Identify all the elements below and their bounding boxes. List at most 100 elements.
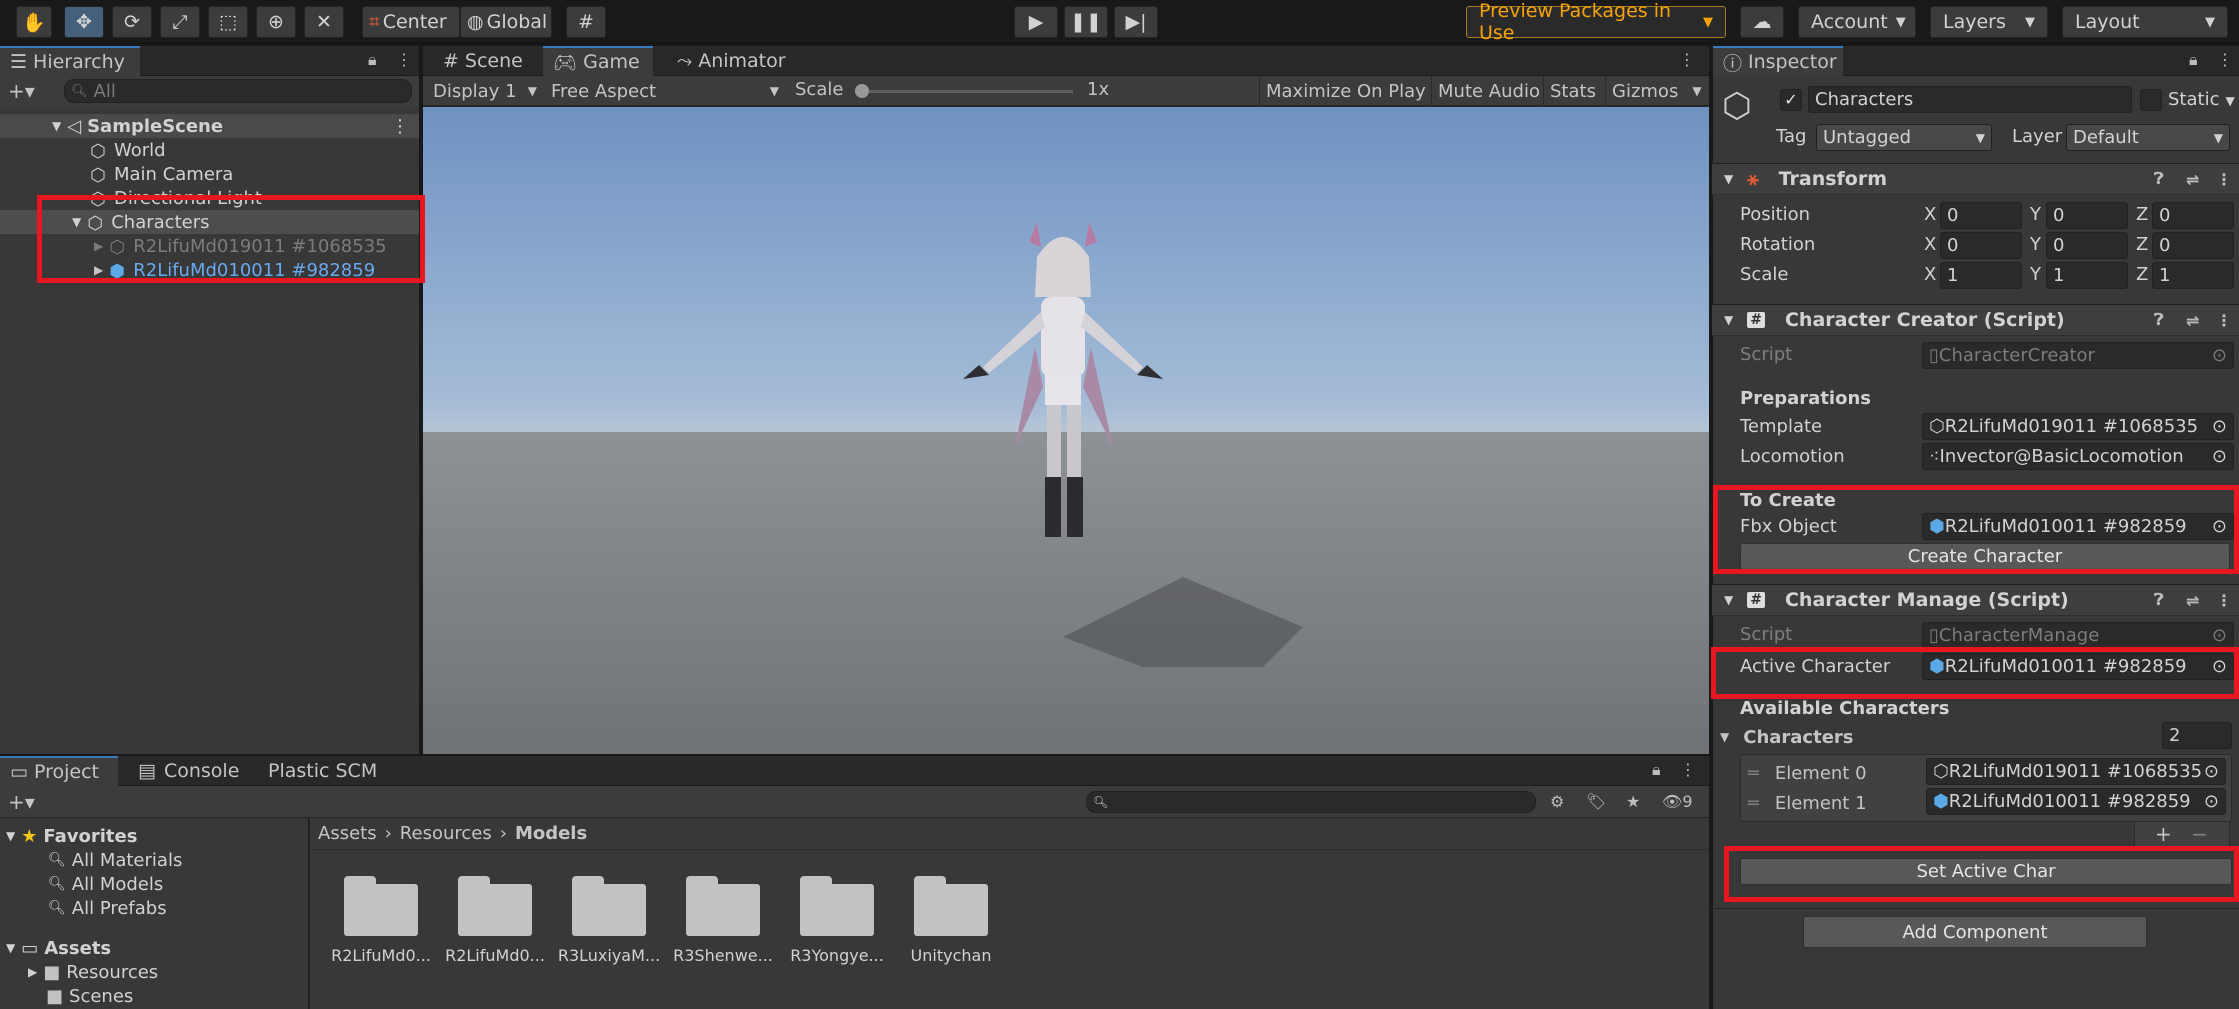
more-icon[interactable]: ⋮ — [2216, 311, 2232, 330]
drag-handle-icon[interactable]: ═ — [1748, 793, 1759, 814]
list-item[interactable]: ═ Element 0 — [1748, 760, 1867, 786]
scale-slider-thumb[interactable] — [855, 84, 869, 98]
folder-icon[interactable] — [344, 876, 418, 936]
add-icon[interactable]: +▾ — [8, 790, 35, 814]
static-dropdown[interactable]: Static ▼ — [2168, 89, 2235, 110]
tab-inspector[interactable]: ⓘ Inspector — [1713, 46, 1843, 76]
active-checkbox[interactable]: ✓ — [1780, 89, 1802, 111]
scale-x-field[interactable]: 1 — [1940, 262, 2022, 289]
characters-list-foldout[interactable]: ▼ Characters — [1720, 724, 1854, 750]
tree-folder-resources[interactable]: ▶ ■ Resources — [0, 960, 158, 984]
rect-tool-button[interactable]: ⬚ — [208, 6, 248, 38]
folder-icon[interactable] — [686, 876, 760, 936]
maximize-on-play-toggle[interactable]: Maximize On Play — [1259, 76, 1432, 106]
object-picker-icon[interactable]: ⊙ — [2204, 761, 2219, 782]
template-field[interactable]: ⬡R2LifuMd019011 #1068535 ⊙ — [1922, 413, 2234, 440]
move-tool-button[interactable]: ✥ — [64, 6, 104, 38]
play-button[interactable]: ▶ — [1014, 6, 1058, 38]
filter-type-icon[interactable]: ⚙ — [1550, 792, 1564, 811]
rotate-tool-button[interactable]: ⟳ — [112, 6, 152, 38]
label-icon[interactable]: 🏷︎ — [1586, 792, 1606, 811]
preset-icon[interactable]: ⇌ — [2186, 170, 2199, 189]
preview-packages-dropdown[interactable]: Preview Packages in Use ▼ — [1466, 0, 1726, 44]
object-picker-icon[interactable]: ⊙ — [2212, 416, 2227, 437]
help-icon[interactable]: ❓︎ — [2154, 590, 2164, 610]
add-element-icon[interactable]: + — [2155, 822, 2172, 846]
lock-icon[interactable]: 🔒︎ — [2189, 50, 2198, 70]
step-button[interactable]: ▶| — [1114, 6, 1158, 38]
drag-handle-icon[interactable]: ═ — [1748, 763, 1759, 784]
active-character-field[interactable]: ⬢R2LifuMd010011 #982859 ⊙ — [1922, 653, 2234, 680]
folder-icon[interactable] — [800, 876, 874, 936]
characters-count-field[interactable]: 2 — [2162, 722, 2232, 749]
object-picker-icon[interactable]: ⊙ — [2212, 516, 2227, 537]
account-dropdown[interactable]: Account ▼ — [1798, 6, 1916, 38]
lock-icon[interactable]: 🔒︎ — [1652, 760, 1661, 780]
object-picker-icon[interactable]: ⊙ — [2204, 791, 2219, 812]
more-icon[interactable]: ⋮ — [1679, 50, 1695, 69]
hidden-eye-icon[interactable]: 👁︎9 — [1662, 792, 1693, 811]
display-dropdown[interactable]: Display 1 ▼ — [429, 78, 541, 104]
folder-icon[interactable] — [572, 876, 646, 936]
breadcrumb-assets[interactable]: Assets — [318, 823, 377, 844]
element-1-field[interactable]: ⬢R2LifuMd010011 #982859 ⊙ — [1926, 788, 2226, 815]
character-creator-header[interactable]: ▼ # Character Creator (Script) ❓︎ ⇌ ⋮ — [1712, 304, 2239, 336]
favorites-header[interactable]: ▼ ★ Favorites — [0, 824, 137, 848]
help-icon[interactable]: ❓︎ — [2154, 169, 2164, 189]
rotation-z-field[interactable]: 0 — [2152, 232, 2234, 259]
scale-slider-track[interactable] — [855, 90, 1073, 93]
rotation-y-field[interactable]: 0 — [2046, 232, 2128, 259]
scale-z-field[interactable]: 1 — [2152, 262, 2234, 289]
help-icon[interactable]: ❓︎ — [2154, 310, 2164, 330]
object-picker-icon[interactable]: ⊙ — [2212, 446, 2227, 467]
add-component-button[interactable]: Add Component — [1803, 916, 2147, 948]
tree-folder-scenes[interactable]: ■ Scenes — [0, 984, 133, 1008]
custom-tool-button[interactable]: ✕ — [304, 6, 344, 38]
star-icon[interactable]: ★ — [1626, 792, 1640, 811]
folder-icon[interactable] — [914, 876, 988, 936]
character-manage-header[interactable]: ▼ # Character Manage (Script) ❓︎ ⇌ ⋮ — [1712, 584, 2239, 616]
tag-dropdown[interactable]: Untagged ▼ — [1816, 124, 1992, 151]
pause-button[interactable]: ❚❚ — [1064, 6, 1108, 38]
tab-console[interactable]: ▤ Console — [128, 756, 249, 786]
more-icon[interactable]: ⋮ — [1680, 760, 1696, 779]
favorite-all-prefabs[interactable]: 🔍︎ All Prefabs — [0, 896, 167, 920]
grid-snap-button[interactable]: # — [566, 6, 606, 38]
static-checkbox[interactable] — [2140, 89, 2162, 111]
cloud-button[interactable]: ☁ — [1740, 6, 1784, 38]
create-character-button[interactable]: Create Character — [1740, 543, 2230, 570]
stats-toggle[interactable]: Stats — [1543, 76, 1602, 106]
more-icon[interactable]: ⋮ — [2217, 50, 2233, 69]
breadcrumb-models[interactable]: Models — [515, 823, 587, 844]
tab-plastic-scm[interactable]: Plastic SCM — [258, 756, 387, 786]
scale-tool-button[interactable]: ⤢ — [160, 6, 200, 38]
mute-audio-toggle[interactable]: Mute Audio — [1431, 76, 1546, 106]
element-0-field[interactable]: ⬡R2LifuMd019011 #1068535 ⊙ — [1926, 758, 2226, 785]
locomotion-field[interactable]: ⁖Invector@BasicLocomotion ⊙ — [1922, 443, 2234, 470]
breadcrumb-resources[interactable]: Resources — [400, 823, 492, 844]
remove-element-icon[interactable]: − — [2191, 822, 2208, 846]
favorite-all-materials[interactable]: 🔍︎ All Materials — [0, 848, 182, 872]
position-y-field[interactable]: 0 — [2046, 202, 2128, 229]
tab-scene[interactable]: # Scene — [433, 46, 533, 76]
assets-header[interactable]: ▼ ▭ Assets — [0, 936, 111, 960]
project-search-input[interactable]: 🔍︎ — [1086, 791, 1536, 813]
folder-icon[interactable] — [458, 876, 532, 936]
set-active-char-button[interactable]: Set Active Char — [1740, 858, 2232, 885]
transform-header[interactable]: ▼ ⚹ Transform ❓︎ ⇌ ⋮ — [1712, 163, 2239, 195]
preset-icon[interactable]: ⇌ — [2186, 311, 2199, 330]
object-name-field[interactable]: Characters — [1808, 86, 2132, 113]
hand-tool-button[interactable]: ✋ — [16, 6, 52, 38]
list-item[interactable]: ═ Element 1 — [1748, 790, 1867, 816]
layers-dropdown[interactable]: Layers ▼ — [1930, 6, 2048, 38]
fbx-object-field[interactable]: ⬢R2LifuMd010011 #982859 ⊙ — [1922, 513, 2234, 540]
gizmos-toggle[interactable]: Gizmos ▼ — [1605, 76, 1708, 106]
layout-dropdown[interactable]: Layout ▼ — [2062, 6, 2228, 38]
rotation-x-field[interactable]: 0 — [1940, 232, 2022, 259]
more-icon[interactable]: ⋮ — [2216, 591, 2232, 610]
favorite-all-models[interactable]: 🔍︎ All Models — [0, 872, 163, 896]
tab-game[interactable]: 🎮︎ Game — [543, 46, 653, 76]
pivot-center-button[interactable]: ⌗ Center — [362, 6, 460, 38]
transform-tool-button[interactable]: ⊕ — [256, 6, 296, 38]
preset-icon[interactable]: ⇌ — [2186, 591, 2199, 610]
